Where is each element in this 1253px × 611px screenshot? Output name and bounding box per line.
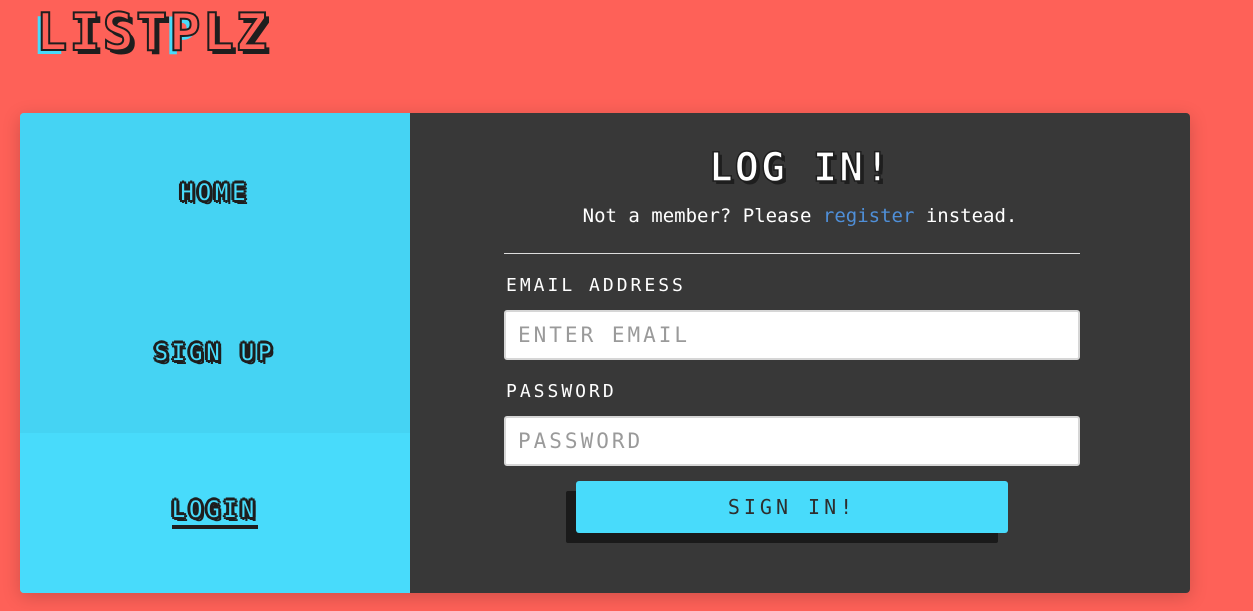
password-field[interactable] [504, 416, 1080, 466]
register-link[interactable]: register [823, 205, 915, 227]
logo-letter: P [168, 3, 203, 63]
logo-letter: L [202, 3, 236, 63]
register-prompt-prefix: Not a member? Please [582, 205, 823, 227]
logo-letter: T [135, 3, 170, 63]
page-title: LOG IN! [708, 144, 892, 192]
login-card: HOME SIGN UP LOGIN LOG IN! Not a member?… [20, 113, 1190, 593]
divider [504, 253, 1080, 254]
nav-login-label: LOGIN [171, 498, 259, 529]
logo-letter: S [102, 3, 136, 63]
nav-home-label: HOME [180, 180, 250, 206]
nav-item-signup[interactable]: SIGN UP [20, 273, 410, 433]
logo-letter: Z [235, 3, 270, 63]
logo-letter: L [35, 3, 70, 63]
nav-item-login[interactable]: LOGIN [20, 433, 410, 593]
side-nav: HOME SIGN UP LOGIN [20, 113, 410, 593]
register-prompt: Not a member? Please register instead. [410, 205, 1190, 227]
logo-letter: I [68, 3, 103, 63]
email-field[interactable] [504, 310, 1080, 360]
email-label: EMAIL ADDRESS [506, 275, 686, 296]
password-label: PASSWORD [506, 381, 617, 402]
nav-signup-label: SIGN UP [154, 340, 276, 366]
login-panel: LOG IN! Not a member? Please register in… [410, 113, 1190, 593]
brand-logo[interactable]: LISTPLZ [35, 3, 270, 63]
register-prompt-suffix: instead. [914, 205, 1018, 227]
sign-in-button[interactable]: SIGN IN! [576, 481, 1008, 533]
nav-item-home[interactable]: HOME [20, 113, 410, 273]
